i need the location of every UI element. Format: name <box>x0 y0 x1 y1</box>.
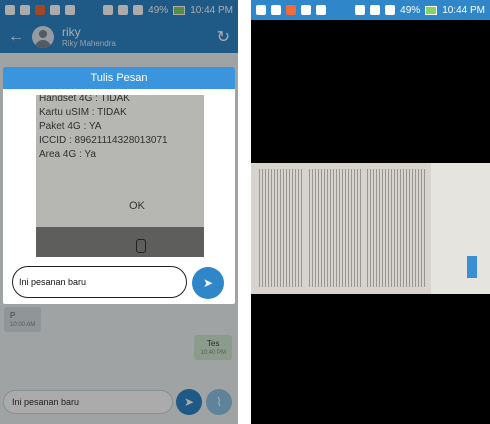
text-column <box>367 169 425 287</box>
compose-dialog: Tulis Pesan Handset 4G : TIDAK Kartu uSI… <box>3 67 235 304</box>
text-column <box>309 169 361 287</box>
dialog-title: Tulis Pesan <box>3 67 235 89</box>
status-time: 10:44 PM <box>442 4 485 16</box>
wifi-icon <box>316 5 326 15</box>
phone-screen-chat: 49% 10:44 PM ← riky Riky Mahendra ↻ P 10… <box>0 0 238 424</box>
page-edge <box>431 163 490 294</box>
alarm-icon <box>370 5 381 15</box>
status-bar: 49% 10:44 PM <box>251 0 490 20</box>
battery-percent: 49% <box>400 4 421 16</box>
photo-ok-label: OK <box>129 200 145 212</box>
phone-screen-image-viewer: 49% 10:44 PM <box>251 0 490 424</box>
photo-line: Area 4G : Ya <box>39 149 96 160</box>
blue-mark <box>467 256 477 278</box>
send-icon: ➤ <box>202 276 214 290</box>
chat-icon <box>271 5 281 15</box>
dialog-message-input[interactable]: Ini pesanan baru <box>12 266 187 298</box>
text-column <box>259 169 303 287</box>
photo-line: Paket 4G : YA <box>39 121 102 132</box>
attached-photo[interactable]: Handset 4G : TIDAK Kartu uSIM : TIDAK Pa… <box>36 95 204 257</box>
mail-icon <box>301 5 311 15</box>
notification-icon <box>256 5 266 15</box>
dialog-send-button[interactable]: ➤ <box>192 267 224 299</box>
photo-line: ICCID : 89621114328013071 <box>39 135 168 146</box>
vibrate-icon <box>355 5 366 15</box>
photo-keypad <box>36 227 204 257</box>
battery-icon <box>425 5 438 15</box>
photo-line: Kartu uSIM : TIDAK <box>39 107 127 118</box>
photo-line: Handset 4G : TIDAK <box>39 95 130 104</box>
scanned-document-image[interactable] <box>251 163 490 294</box>
app-icon <box>286 5 296 15</box>
signal-icon <box>385 5 396 15</box>
